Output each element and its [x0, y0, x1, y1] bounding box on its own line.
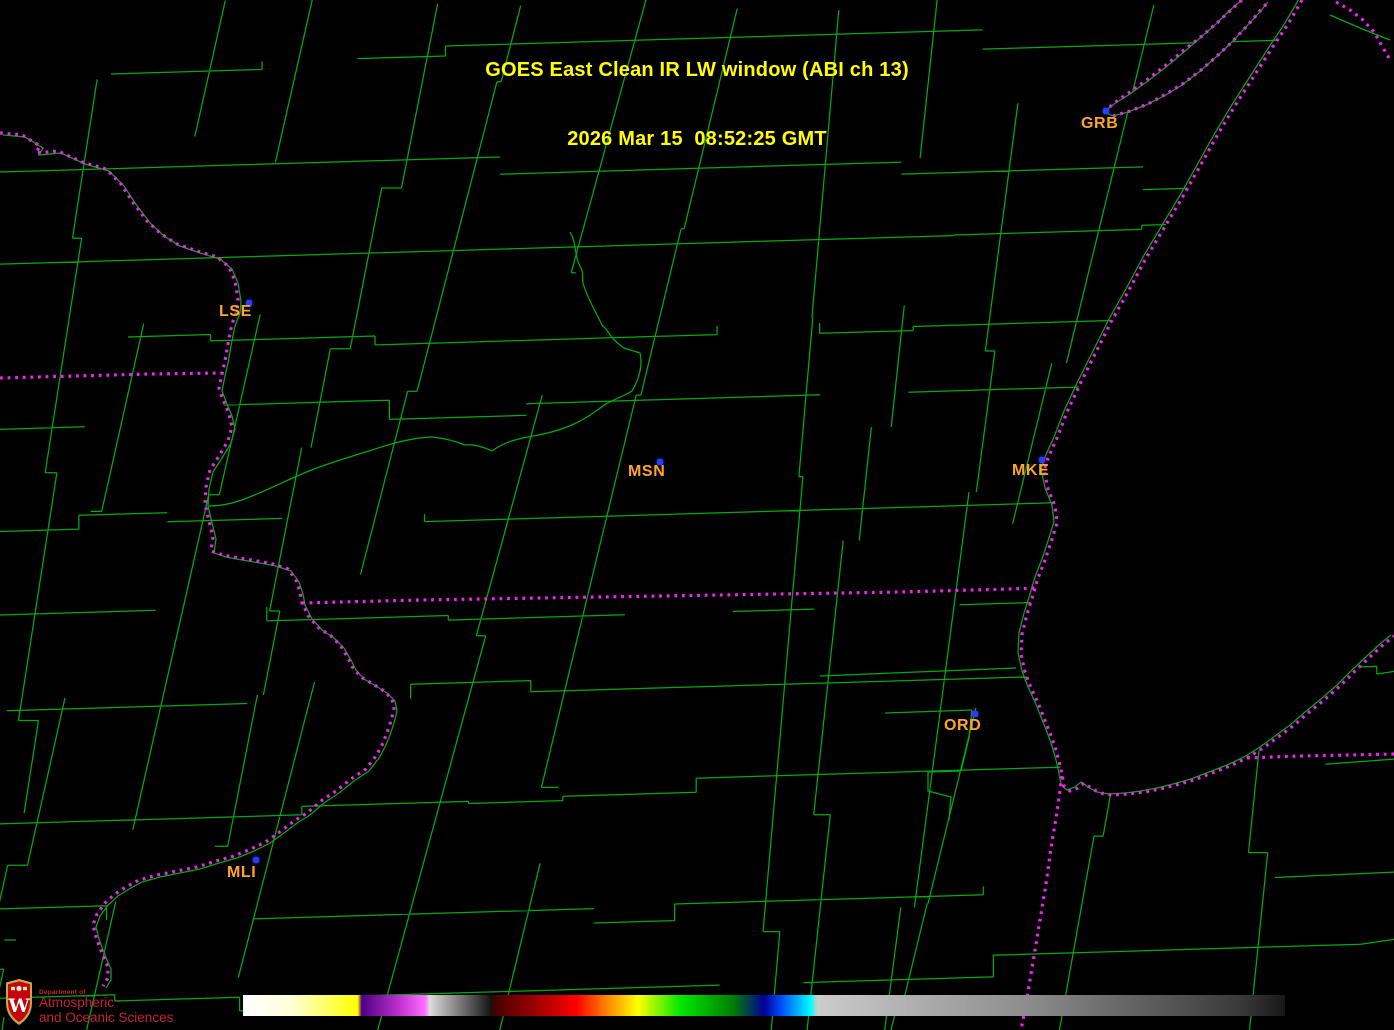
wisconsin-illinois-border	[301, 586, 1036, 605]
logo-atmospheric: Atmospheric	[39, 995, 115, 1010]
mississippi-county-line	[2, 134, 398, 989]
station-marker-MLI	[253, 857, 259, 863]
indiana-michigan-border	[1246, 752, 1394, 760]
logo-oceanic-sciences: and Oceanic Sciences	[39, 1009, 174, 1025]
ord-county-detail-lines	[819, 667, 1017, 821]
station-label-MSN: MSN	[628, 463, 666, 480]
satellite-image-viewport: GOES East Clean IR LW window (ABI ch 13)…	[0, 0, 1394, 1030]
wisconsin-river-line	[208, 231, 642, 507]
river-boundaries-layer	[2, 134, 1017, 989]
title-line-2: 2026 Mar 15 08:52:25 GMT	[567, 128, 827, 150]
illinois-indiana-border	[1019, 775, 1064, 1030]
station-label-MKE: MKE	[1012, 462, 1050, 479]
station-label-GRB: GRB	[1081, 115, 1119, 132]
station-label-ORD: ORD	[944, 717, 982, 734]
ir-enhancement-colorbar	[243, 995, 1285, 1016]
mississippi-river-border	[0, 131, 396, 987]
station-label-LSE: LSE	[219, 303, 252, 320]
uw-aos-logo: W Department of Atmospheric and Oceanic …	[4, 978, 173, 1026]
minnesota-iowa-border	[0, 371, 223, 380]
station-marker-GRB	[1103, 108, 1109, 114]
station-label-MLI: MLI	[227, 864, 257, 881]
uw-monogram: W	[7, 995, 30, 1017]
title-line-1: GOES East Clean IR LW window (ABI ch 13)	[485, 59, 909, 81]
uw-crest-icon: W	[6, 979, 32, 1025]
image-title: GOES East Clean IR LW window (ABI ch 13)…	[0, 13, 1394, 197]
